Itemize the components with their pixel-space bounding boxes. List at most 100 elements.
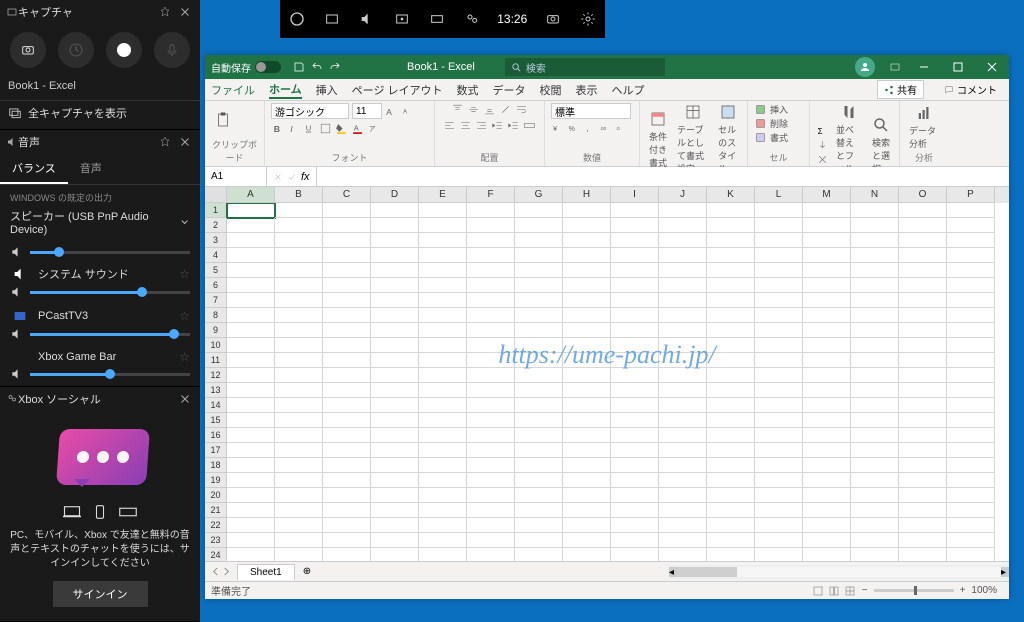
cell[interactable] [419,248,467,263]
cell[interactable] [323,548,371,561]
cell[interactable] [275,248,323,263]
autosave-toggle[interactable]: 自動保存 [205,60,287,75]
cell[interactable] [899,218,947,233]
cell[interactable] [227,368,275,383]
cell[interactable] [611,503,659,518]
cell[interactable] [899,443,947,458]
cell[interactable] [275,263,323,278]
cell[interactable] [419,443,467,458]
cell[interactable] [563,443,611,458]
row-header[interactable]: 11 [205,353,227,368]
camera-icon[interactable] [535,0,570,38]
cell[interactable] [707,218,755,233]
row-header[interactable]: 6 [205,278,227,293]
app-volume-slider[interactable] [0,324,200,344]
number-format-select[interactable] [551,103,631,119]
cell[interactable] [563,368,611,383]
cell[interactable] [371,518,419,533]
cell[interactable] [323,293,371,308]
cell[interactable] [611,473,659,488]
cell[interactable] [707,263,755,278]
cell[interactable] [515,203,563,218]
align-left-icon[interactable] [443,119,456,132]
column-header[interactable]: P [947,187,995,203]
menu-home[interactable]: ホーム [269,81,302,99]
cell[interactable] [467,473,515,488]
cell[interactable] [515,368,563,383]
cell[interactable] [323,368,371,383]
cell[interactable] [227,293,275,308]
cell[interactable] [467,353,515,368]
cell[interactable] [563,488,611,503]
cell[interactable] [899,503,947,518]
cell[interactable] [851,518,899,533]
cell[interactable] [515,353,563,368]
cell[interactable] [707,293,755,308]
cell[interactable] [227,473,275,488]
cell[interactable] [707,368,755,383]
cell[interactable] [419,518,467,533]
cell[interactable] [467,218,515,233]
cell[interactable] [707,398,755,413]
cell[interactable] [851,383,899,398]
cell[interactable] [467,398,515,413]
cell[interactable] [707,488,755,503]
cell[interactable] [467,293,515,308]
cell[interactable] [611,323,659,338]
cell[interactable] [419,413,467,428]
cell[interactable] [275,518,323,533]
cell[interactable] [371,218,419,233]
cell[interactable] [755,338,803,353]
cell[interactable] [851,278,899,293]
cell[interactable] [419,338,467,353]
cell[interactable] [611,368,659,383]
cell[interactable] [227,263,275,278]
cell[interactable] [371,263,419,278]
ribbon-options-icon[interactable] [889,61,901,73]
cell[interactable] [611,233,659,248]
row-header[interactable]: 7 [205,293,227,308]
cell[interactable] [755,488,803,503]
cell[interactable] [611,518,659,533]
close-button[interactable] [975,55,1009,79]
add-sheet-button[interactable]: ⊕ [295,566,319,577]
cell[interactable] [515,233,563,248]
cell[interactable] [275,323,323,338]
cell[interactable] [419,503,467,518]
cell[interactable] [803,218,851,233]
fx-icon[interactable]: fx [301,171,310,183]
cell[interactable] [851,413,899,428]
insert-cells-button[interactable]: 挿入 [754,103,788,116]
row-header[interactable]: 21 [205,503,227,518]
row-header[interactable]: 9 [205,323,227,338]
cell[interactable] [275,398,323,413]
cell[interactable] [755,203,803,218]
cell[interactable] [899,233,947,248]
cell[interactable] [275,308,323,323]
horizontal-scrollbar[interactable]: ◂▸ [669,565,1009,579]
font-color-icon[interactable]: A [351,122,364,135]
cell[interactable] [323,323,371,338]
row-header[interactable]: 14 [205,398,227,413]
cell[interactable] [419,533,467,548]
cell[interactable] [947,218,995,233]
cell[interactable] [707,548,755,561]
cell[interactable] [371,353,419,368]
cell[interactable] [563,203,611,218]
screenshot-button[interactable] [10,32,46,68]
cell[interactable] [371,488,419,503]
cell[interactable] [419,398,467,413]
cell[interactable] [515,218,563,233]
cell[interactable] [851,293,899,308]
cell[interactable] [803,263,851,278]
decrease-font-icon[interactable]: A [401,105,414,118]
cell[interactable] [947,428,995,443]
cell[interactable] [947,488,995,503]
normal-view-icon[interactable] [812,585,824,597]
align-bottom-icon[interactable] [483,103,496,116]
cell[interactable] [371,293,419,308]
cell[interactable] [275,353,323,368]
cell[interactable] [851,398,899,413]
undo-icon[interactable] [311,61,323,73]
social-icon[interactable] [454,0,489,38]
